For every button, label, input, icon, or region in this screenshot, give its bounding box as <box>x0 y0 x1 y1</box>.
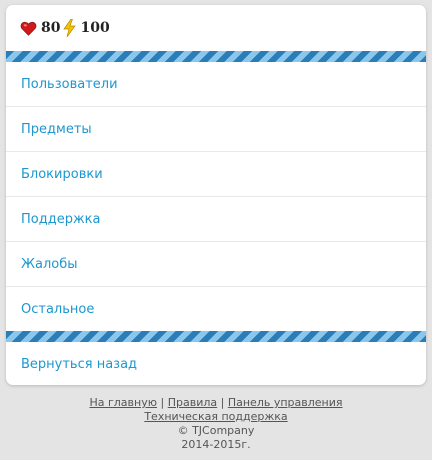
menu-item-items[interactable]: Предметы <box>6 107 426 152</box>
back-label: Вернуться назад <box>21 356 138 372</box>
menu-item-label: Пользователи <box>21 76 118 92</box>
menu-item-label: Поддержка <box>21 211 101 227</box>
menu-item-support[interactable]: Поддержка <box>6 197 426 242</box>
menu-item-label: Остальное <box>21 301 95 317</box>
back-link[interactable]: Вернуться назад <box>6 342 426 385</box>
footer: На главную | Правила | Панель управления… <box>0 396 432 452</box>
home-link[interactable]: На главную <box>89 396 157 409</box>
menu-item-complaints[interactable]: Жалобы <box>6 242 426 287</box>
menu-item-blocks[interactable]: Блокировки <box>6 152 426 197</box>
menu-item-other[interactable]: Остальное <box>6 287 426 331</box>
menu-item-label: Блокировки <box>21 166 103 182</box>
energy-value: 100 <box>80 20 110 36</box>
separator: | <box>160 396 165 409</box>
menu-item-label: Предметы <box>21 121 92 137</box>
copyright-years: 2014-2015г. <box>181 438 251 451</box>
rules-link[interactable]: Правила <box>168 396 217 409</box>
stripe-divider-top <box>6 51 426 62</box>
health-value: 80 <box>41 20 61 36</box>
footer-links-row: На главную | Правила | Панель управления <box>0 396 432 410</box>
separator: | <box>220 396 225 409</box>
lightning-icon <box>63 19 77 37</box>
stripe-divider-bottom <box>6 331 426 342</box>
admin-menu: Пользователи Предметы Блокировки Поддерж… <box>6 62 426 331</box>
stats-bar: 80 100 <box>6 5 426 51</box>
copyright: © TJCompany <box>177 424 255 437</box>
menu-item-label: Жалобы <box>21 256 78 272</box>
menu-item-users[interactable]: Пользователи <box>6 62 426 107</box>
control-panel-link[interactable]: Панель управления <box>228 396 343 409</box>
main-card: 80 100 Пользователи Предметы Блокировки … <box>6 5 426 385</box>
tech-support-link[interactable]: Техническая поддержка <box>144 410 287 423</box>
heart-icon <box>20 20 37 37</box>
footer-support-row: Техническая поддержка <box>0 410 432 424</box>
